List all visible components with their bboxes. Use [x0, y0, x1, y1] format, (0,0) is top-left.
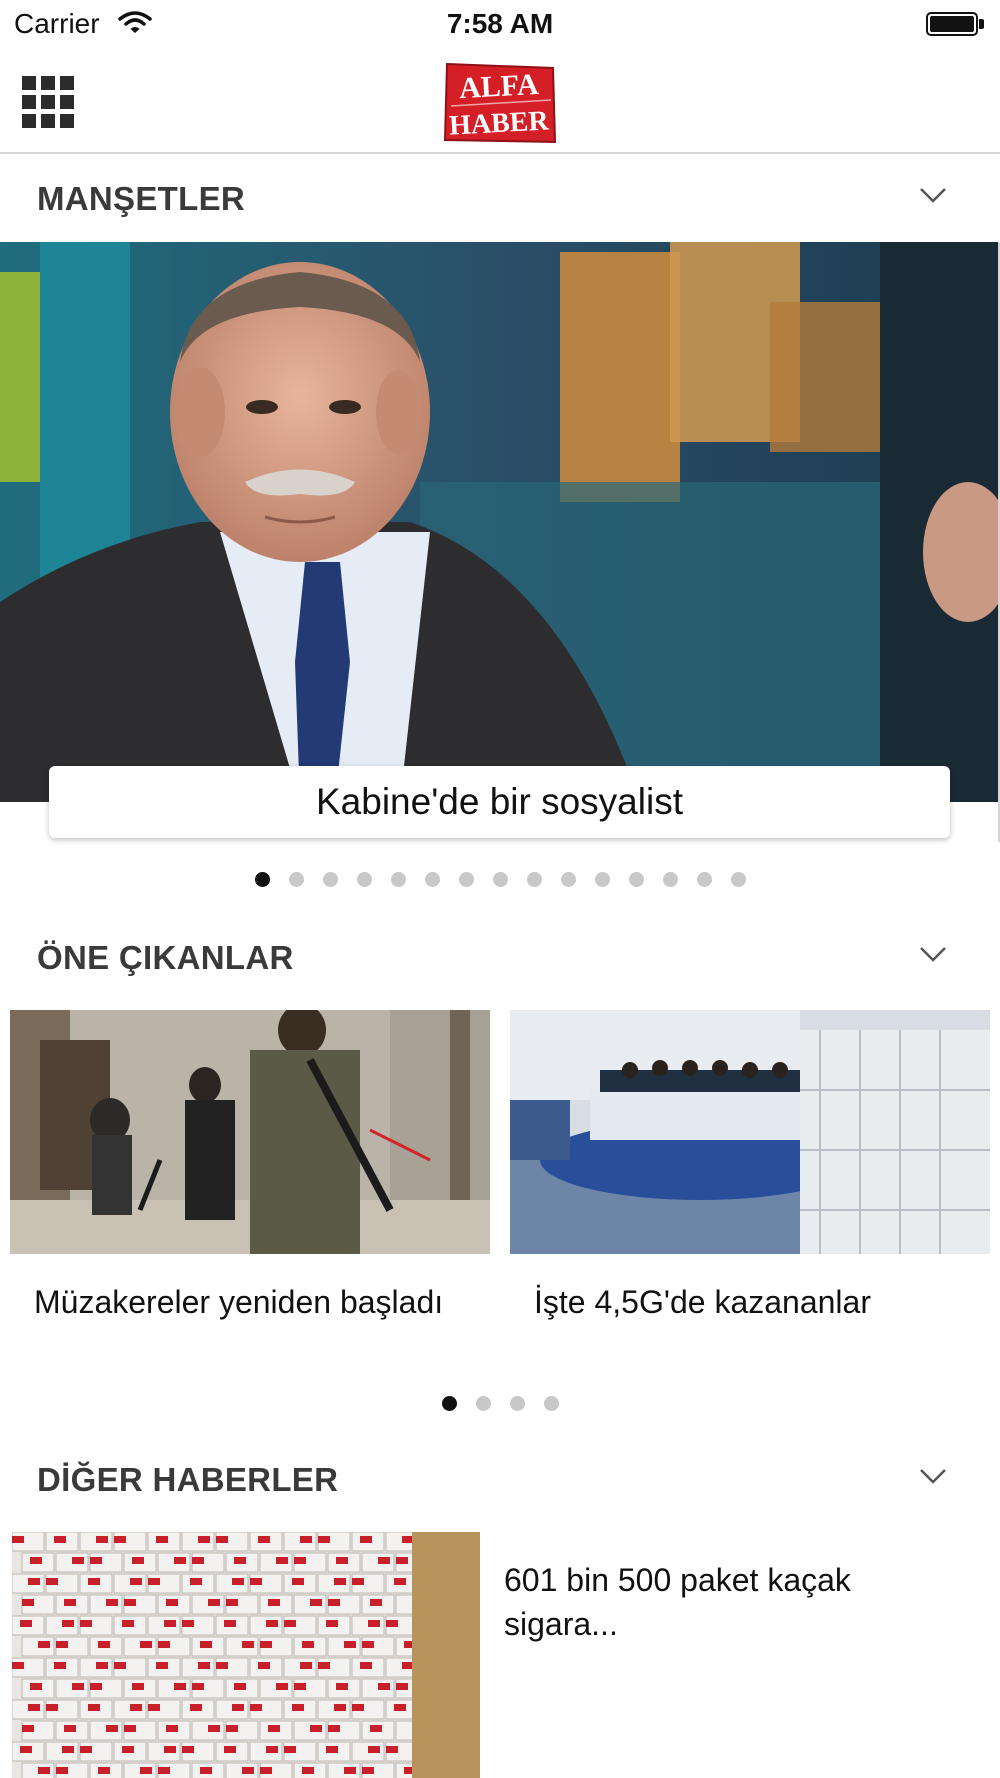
status-bar: Carrier 7:58 AM [0, 0, 1000, 52]
page-dot[interactable] [509, 1396, 525, 1411]
headline-photo [0, 242, 998, 802]
headline-slider[interactable] [0, 242, 1000, 802]
grid-menu-icon[interactable] [22, 76, 74, 128]
featured-card-title: İşte 4,5G'de kazananlar [534, 1284, 871, 1320]
section-header-other[interactable]: DİĞER HABERLER [0, 1439, 1000, 1519]
svg-text:HABER: HABER [448, 105, 550, 141]
page-dot[interactable] [594, 872, 610, 887]
page-dot[interactable] [526, 872, 542, 887]
page-dot[interactable] [662, 872, 678, 887]
page-dot[interactable] [441, 1396, 457, 1411]
page-dot[interactable] [492, 872, 508, 887]
page-dot[interactable] [288, 872, 304, 887]
news-item-photo [12, 1532, 480, 1778]
featured-card-photo [10, 1010, 490, 1254]
section-header-featured[interactable]: ÖNE ÇIKANLAR [0, 917, 1000, 997]
page-dot[interactable] [458, 872, 474, 887]
page-dot[interactable] [424, 872, 440, 887]
news-list-item[interactable]: 601 bin 500 paket kaçak sigara... [12, 1532, 1000, 1778]
news-item-title: 601 bin 500 paket kaçak sigara... [504, 1562, 851, 1642]
headline-page-indicator[interactable] [0, 872, 1000, 887]
page-dot[interactable] [254, 872, 270, 887]
page-dot[interactable] [696, 872, 712, 887]
page-dot[interactable] [628, 872, 644, 887]
featured-page-indicator[interactable] [0, 1396, 1000, 1411]
section-title-featured: ÖNE ÇIKANLAR [37, 939, 294, 976]
page-dot[interactable] [543, 1396, 559, 1411]
page-dot[interactable] [390, 872, 406, 887]
featured-card-photo [510, 1010, 990, 1254]
chevron-down-icon[interactable] [918, 943, 948, 965]
headline-caption[interactable]: Kabine'de bir sosyalist [49, 766, 950, 838]
svg-text:ALFA: ALFA [458, 68, 539, 105]
section-title-headlines: MANŞETLER [37, 180, 246, 217]
status-time: 7:58 AM [446, 8, 554, 39]
nav-bar: ALFA HABER [0, 52, 1000, 154]
featured-card[interactable]: İşte 4,5G'de kazananlar [510, 1010, 990, 1320]
featured-card-title: Müzakereler yeniden başladı [34, 1284, 444, 1320]
section-header-headlines[interactable]: MANŞETLER [0, 158, 1000, 238]
chevron-down-icon[interactable] [918, 184, 948, 206]
featured-card[interactable]: Müzakereler yeniden başladı [10, 1010, 490, 1320]
page-dot[interactable] [560, 872, 576, 887]
page-dot[interactable] [322, 872, 338, 887]
section-title-other: DİĞER HABERLER [37, 1461, 339, 1498]
chevron-down-icon[interactable] [918, 1465, 948, 1487]
alfa-haber-logo[interactable]: ALFA HABER [441, 60, 559, 146]
page-dot[interactable] [356, 872, 372, 887]
page-dot[interactable] [475, 1396, 491, 1411]
page-dot[interactable] [730, 872, 746, 887]
battery-icon [926, 12, 984, 36]
